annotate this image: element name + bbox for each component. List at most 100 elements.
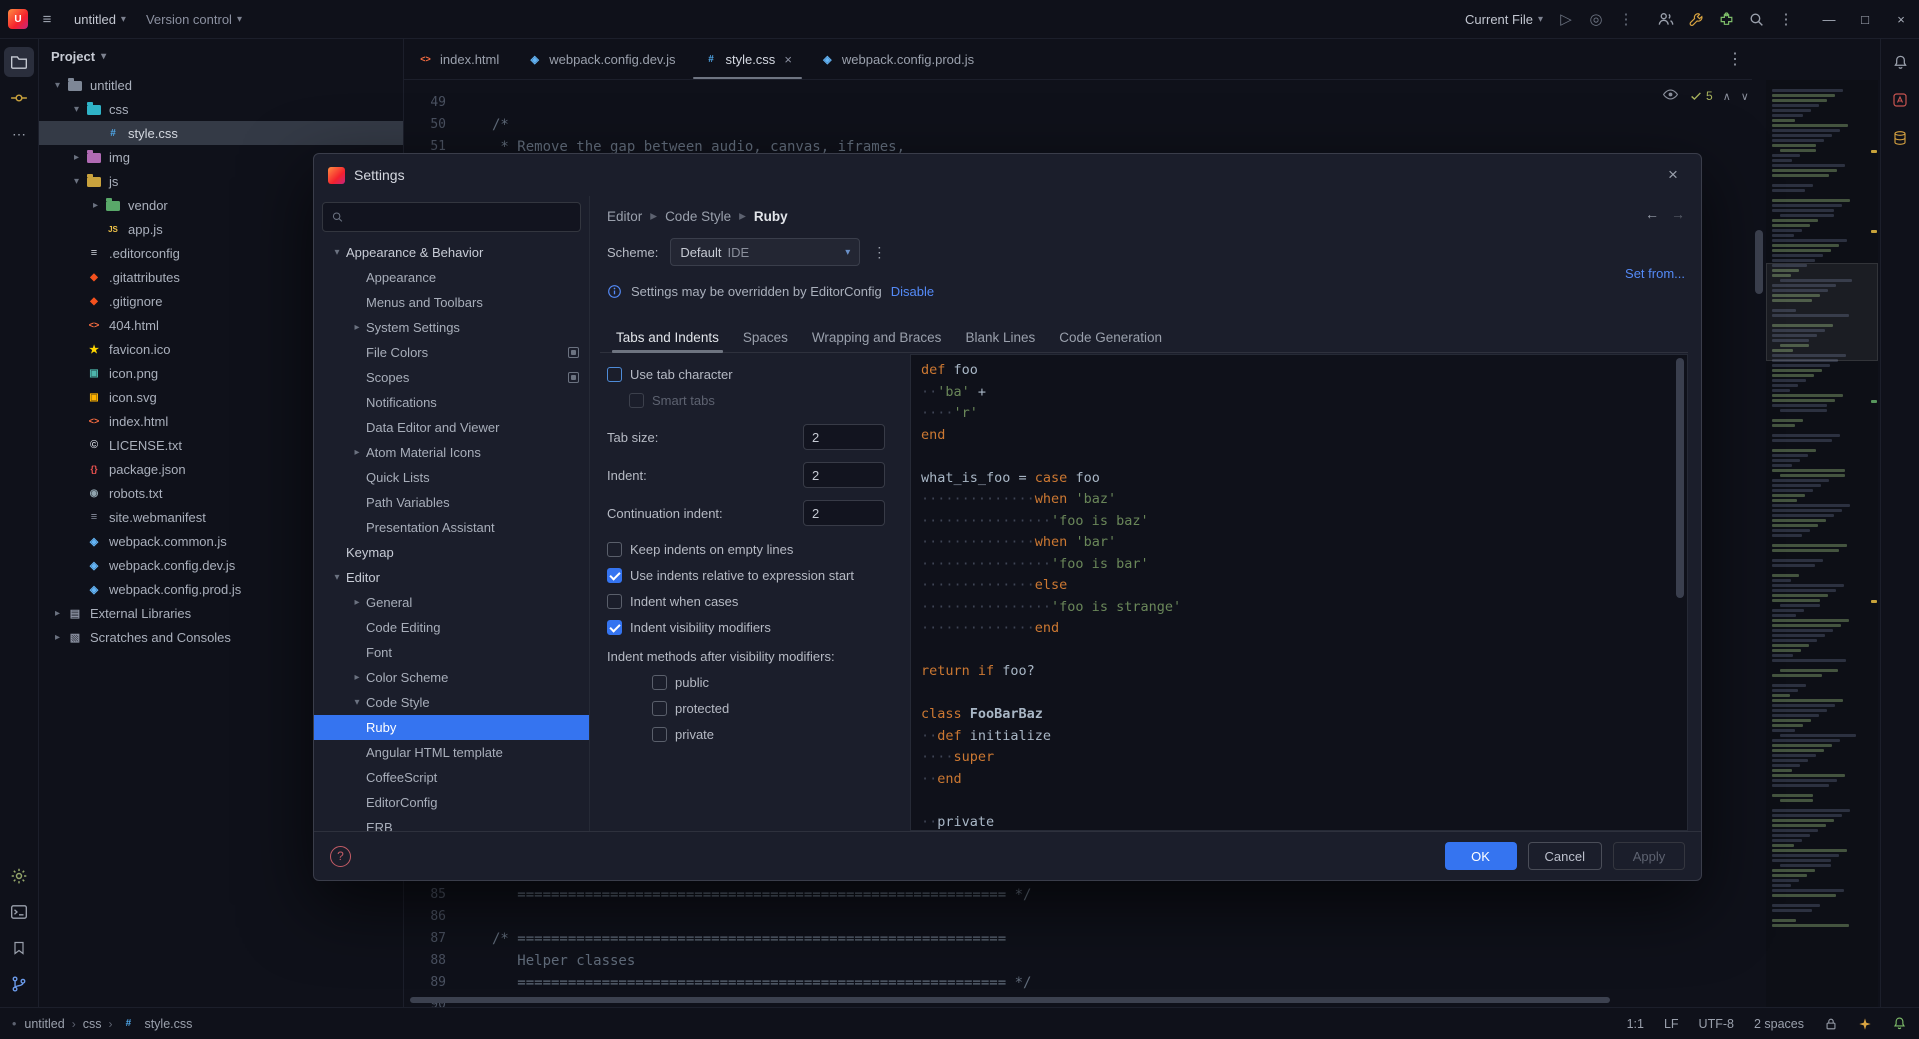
chevron-right-icon[interactable]: ▸ [49,608,66,619]
settings-tree-item-menus-and-toolbars[interactable]: Menus and Toolbars [314,290,589,315]
chevron-down-icon[interactable]: ▾ [68,104,85,115]
banner-disable-link[interactable]: Disable [891,284,934,299]
chevron-down-icon[interactable]: ▾ [348,697,366,708]
chevron-right-icon[interactable]: ▸ [348,597,366,608]
tab-code-generation[interactable]: Code Generation [1049,322,1172,352]
settings-tree-item-appearance-behavior[interactable]: ▾Appearance & Behavior [314,240,589,265]
indent-visibility-row[interactable]: Indent visibility modifiers [607,620,907,635]
chevron-right-icon[interactable]: ▸ [49,632,66,643]
ok-button[interactable]: OK [1445,842,1517,870]
indent-input[interactable] [803,462,885,488]
inspections-widget[interactable]: 5 ∧ ∨ [1662,86,1749,106]
chevron-right-icon[interactable]: ▸ [87,200,104,211]
private-row[interactable]: private [607,727,907,742]
dialog-close-icon[interactable]: × [1659,161,1687,189]
status-breadcrumb-untitled[interactable]: untitled [24,1017,64,1031]
status-breadcrumb-css[interactable]: css [83,1017,102,1031]
terminal-tool-icon[interactable] [4,897,34,927]
warning-stripe-mark[interactable] [1871,230,1877,233]
editor-tab-style-css[interactable]: #style.css× [689,39,805,79]
project-tree-item-css[interactable]: ▾css [39,97,403,121]
indent-when-cases-row[interactable]: Indent when cases [607,594,907,609]
chevron-down-icon[interactable]: ▾ [328,247,346,258]
chevron-right-icon[interactable]: ▸ [68,152,85,163]
git-branch-icon[interactable] [4,969,34,999]
code-style-preview[interactable]: def foo··'ba' +····'r'endwhat_is_foo = c… [910,354,1688,831]
chevron-down-icon[interactable]: ▾ [328,572,346,583]
settings-tree-item-appearance[interactable]: Appearance [314,265,589,290]
code-with-me-icon[interactable] [1651,4,1681,34]
editor-visible-bottom[interactable]: 85 =====================================… [404,884,1752,1007]
settings-kebab-icon[interactable]: ⋮ [1771,4,1801,34]
warning-stripe-mark[interactable] [1871,150,1877,153]
scrollbar-thumb[interactable] [1755,230,1763,294]
settings-tree-item-general[interactable]: ▸General [314,590,589,615]
settings-search-input[interactable] [350,209,572,226]
tools-wrench-icon[interactable] [1681,4,1711,34]
search-everywhere-icon[interactable] [1741,4,1771,34]
keep-indents-row[interactable]: Keep indents on empty lines [607,542,907,557]
settings-tree-item-scopes[interactable]: Scopes [314,365,589,390]
next-problem-icon[interactable]: ∨ [1741,90,1749,103]
back-arrow-icon[interactable]: ← [1645,206,1659,222]
window-close-button[interactable]: × [1883,0,1919,38]
use-tab-character-checkbox[interactable] [607,367,622,382]
project-panel-header[interactable]: Project ▾ [39,39,403,73]
settings-tree-item-color-scheme[interactable]: ▸Color Scheme [314,665,589,690]
encoding-widget[interactable]: UTF-8 [1699,1017,1734,1031]
breadcrumb-editor[interactable]: Editor [607,209,642,224]
database-tool-icon[interactable] [1885,123,1915,153]
notifications-icon[interactable] [1892,1016,1907,1031]
tab-spaces[interactable]: Spaces [733,322,798,352]
editor-horizontal-scrollbar[interactable] [410,997,1610,1004]
plugins-icon[interactable] [1711,4,1741,34]
settings-tree-item-editor[interactable]: ▾Editor [314,565,589,590]
set-from-link[interactable]: Set from... [1625,266,1685,281]
relative-indents-row[interactable]: Use indents relative to expression start [607,568,907,583]
reader-mode-eye-icon[interactable] [1662,86,1679,106]
coverage-icon[interactable]: ◎ [1581,4,1611,34]
inspections-count[interactable]: 5 [1689,89,1713,103]
chevron-down-icon[interactable]: ▾ [68,176,85,187]
window-minimize-button[interactable]: — [1811,0,1847,38]
relative-indents-checkbox[interactable] [607,568,622,583]
settings-tree-item-system-settings[interactable]: ▸System Settings [314,315,589,340]
run-icon[interactable]: ▷ [1551,4,1581,34]
public-row[interactable]: public [607,675,907,690]
highlight-level-icon[interactable] [1858,1017,1872,1031]
vcs-widget[interactable]: Version control ▾ [138,4,250,34]
indent-visibility-checkbox[interactable] [607,620,622,635]
settings-gear-icon[interactable] [4,861,34,891]
bookmarks-tool-icon[interactable] [4,933,34,963]
continuation-indent-input[interactable] [803,500,885,526]
project-tree-item-untitled[interactable]: ▾untitled [39,73,403,97]
chevron-right-icon[interactable]: ▸ [348,672,366,683]
settings-tree-item-font[interactable]: Font [314,640,589,665]
public-checkbox[interactable] [652,675,667,690]
help-icon[interactable]: ? [330,846,351,867]
editor-tab-index-html[interactable]: <>index.html [404,39,513,79]
settings-tree-item-atom-material-icons[interactable]: ▸Atom Material Icons [314,440,589,465]
settings-tree-item-ruby[interactable]: Ruby [314,715,589,740]
status-breadcrumbs[interactable]: untitled›css›#style.css [24,1017,192,1031]
window-maximize-button[interactable]: □ [1847,0,1883,38]
caret-position-widget[interactable]: 1:1 [1627,1017,1644,1031]
indent-widget[interactable]: 2 spaces [1754,1017,1804,1031]
line-separator-widget[interactable]: LF [1664,1017,1679,1031]
settings-tree-item-code-style[interactable]: ▾Code Style [314,690,589,715]
settings-tree-item-file-colors[interactable]: File Colors [314,340,589,365]
tab-options-icon[interactable]: ⋮ [1718,39,1752,79]
settings-tree-item-code-editing[interactable]: Code Editing [314,615,589,640]
editor-tab-webpack-config-dev-js[interactable]: ◈webpack.config.dev.js [513,39,689,79]
scheme-dropdown[interactable]: Default IDE ▾ [670,238,860,266]
editor-vertical-scrollbar[interactable] [1752,80,1766,1007]
settings-search-box[interactable] [322,202,581,232]
readonly-lock-icon[interactable] [1824,1017,1838,1031]
settings-tree-item-coffeescript[interactable]: CoffeeScript [314,765,589,790]
settings-tree-item-quick-lists[interactable]: Quick Lists [314,465,589,490]
settings-tree-item-editorconfig[interactable]: EditorConfig [314,790,589,815]
info-stripe-mark[interactable] [1871,400,1877,403]
settings-tree-item-data-editor-and-viewer[interactable]: Data Editor and Viewer [314,415,589,440]
run-more-icon[interactable]: ⋮ [1611,4,1641,34]
settings-tree-item-path-variables[interactable]: Path Variables [314,490,589,515]
